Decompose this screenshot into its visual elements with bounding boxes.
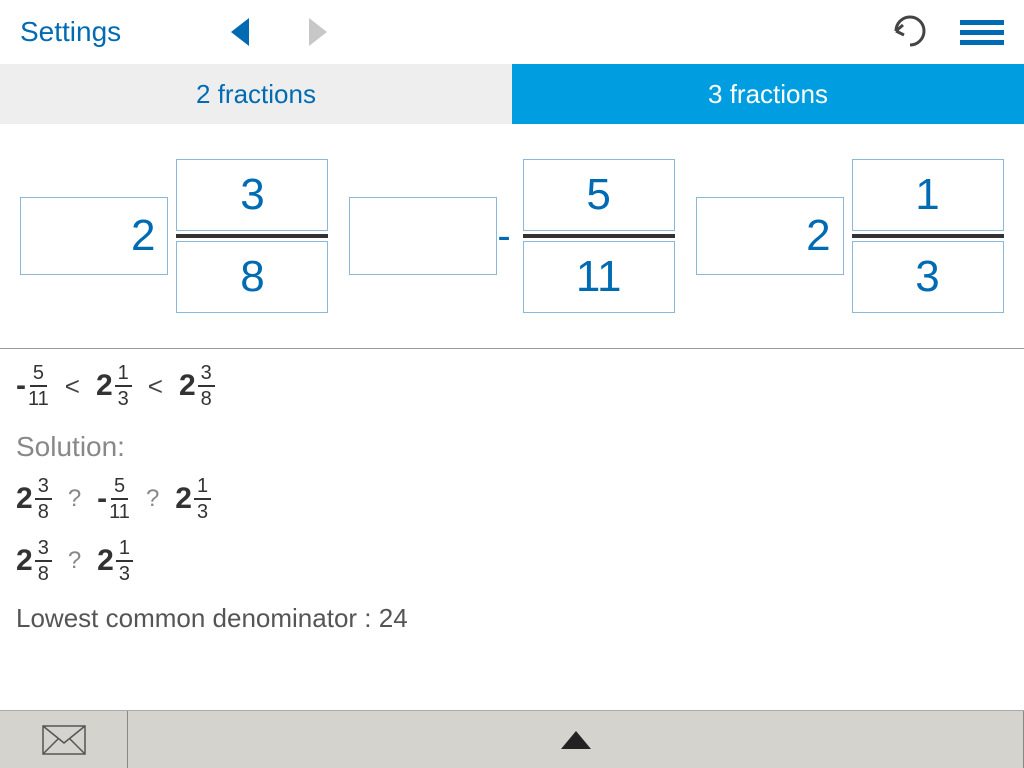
fraction-input-3: 2 1 3 [696, 159, 1004, 313]
fraction-bar [176, 234, 328, 238]
mail-icon [42, 725, 86, 755]
fraction-bar [523, 234, 675, 238]
top-bar: Settings [0, 0, 1024, 64]
fraction-bar [852, 234, 1004, 238]
question-mark-icon: ? [68, 482, 81, 516]
question-mark-icon: ? [146, 482, 159, 516]
chevron-up-icon [561, 731, 591, 749]
fraction-input-1: 2 3 8 [20, 159, 328, 313]
solution-label: Solution: [16, 427, 1008, 466]
prev-icon[interactable] [231, 18, 249, 46]
numerator-input-2[interactable]: 5 [523, 159, 675, 231]
less-than-icon: < [65, 368, 80, 404]
undo-icon[interactable] [890, 13, 930, 52]
answer-frac-1: - 511 [16, 363, 49, 409]
solution-panel: - 511 < 2 13 < 2 38 Solution: 238 ? -511… [0, 349, 1024, 651]
answer-row: - 511 < 2 13 < 2 38 [16, 363, 1008, 409]
answer-frac-2: 2 13 [96, 363, 132, 409]
next-icon [309, 18, 327, 46]
bottom-bar [0, 710, 1024, 768]
lcd-line: Lowest common denominator : 24 [16, 600, 1008, 636]
numerator-input-3[interactable]: 1 [852, 159, 1004, 231]
answer-frac-3: 2 38 [179, 363, 215, 409]
fraction-input-2: - 5 11 [349, 159, 674, 313]
solution-line-1: 238 ? -511 ? 213 [16, 476, 1008, 522]
denominator-input-3[interactable]: 3 [852, 241, 1004, 313]
negative-sign: - [497, 214, 510, 259]
solution-line-2: 238 ? 213 [16, 538, 1008, 584]
whole-input-3[interactable]: 2 [696, 197, 844, 275]
numerator-input-1[interactable]: 3 [176, 159, 328, 231]
whole-input-2[interactable] [349, 197, 497, 275]
expand-button[interactable] [128, 711, 1024, 768]
less-than-icon: < [148, 368, 163, 404]
settings-link[interactable]: Settings [20, 16, 121, 48]
denominator-input-2[interactable]: 11 [523, 241, 675, 313]
tab-2-fractions[interactable]: 2 fractions [0, 64, 512, 124]
menu-icon[interactable] [960, 20, 1004, 45]
tab-3-fractions[interactable]: 3 fractions [512, 64, 1024, 124]
mail-button[interactable] [0, 711, 128, 768]
fraction-input-row: 2 3 8 - 5 11 2 1 3 [0, 124, 1024, 349]
question-mark-icon: ? [68, 544, 81, 578]
denominator-input-1[interactable]: 8 [176, 241, 328, 313]
tab-bar: 2 fractions 3 fractions [0, 64, 1024, 124]
whole-input-1[interactable]: 2 [20, 197, 168, 275]
nav-arrows [231, 18, 327, 46]
